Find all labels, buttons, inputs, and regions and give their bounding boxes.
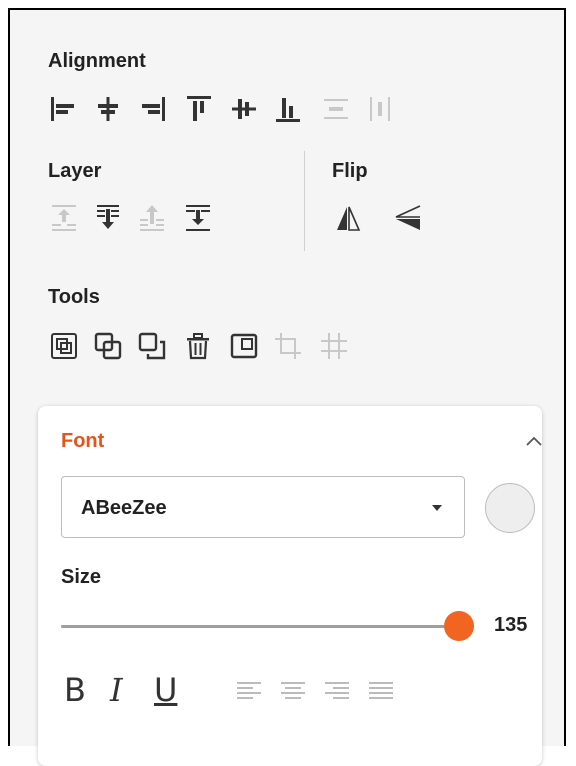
crop-icon bbox=[272, 330, 304, 362]
grid-icon bbox=[318, 330, 350, 362]
underline-button[interactable]: U bbox=[154, 672, 177, 708]
text-align-justify-icon[interactable] bbox=[366, 676, 396, 706]
chevron-up-icon[interactable] bbox=[524, 434, 544, 448]
font-card: Font ABeeZee Size 135 B I U bbox=[38, 406, 542, 766]
align-right-icon[interactable] bbox=[136, 93, 168, 125]
align-top-icon[interactable] bbox=[183, 93, 215, 125]
font-family-value: ABeeZee bbox=[81, 497, 167, 519]
font-size-value: 135 bbox=[494, 614, 528, 636]
caret-down-icon bbox=[432, 505, 442, 511]
bring-forward-icon bbox=[136, 202, 168, 234]
font-color-swatch[interactable] bbox=[485, 483, 535, 533]
tools-title: Tools bbox=[48, 286, 100, 308]
layer-title: Layer bbox=[48, 160, 102, 182]
font-section-title: Font bbox=[61, 430, 105, 452]
layer-flip-divider bbox=[304, 151, 305, 251]
delete-icon[interactable] bbox=[182, 330, 214, 362]
text-align-left-icon[interactable] bbox=[234, 676, 264, 706]
send-to-back-icon[interactable] bbox=[92, 202, 124, 234]
bring-to-front-icon bbox=[48, 202, 80, 234]
editor-side-panel: Alignment Layer Flip Tools Font ABeeZee … bbox=[8, 8, 566, 766]
flip-horizontal-icon[interactable] bbox=[332, 202, 364, 234]
italic-button[interactable]: I bbox=[110, 672, 123, 708]
align-middle-vertical-icon[interactable] bbox=[228, 93, 260, 125]
size-label: Size bbox=[61, 566, 102, 588]
bold-button[interactable]: B bbox=[64, 672, 86, 708]
align-left-icon[interactable] bbox=[48, 93, 80, 125]
group-icon[interactable] bbox=[48, 330, 80, 362]
font-size-slider[interactable] bbox=[61, 611, 474, 641]
align-bottom-icon[interactable] bbox=[272, 93, 304, 125]
ungroup-icon[interactable] bbox=[92, 330, 124, 362]
duplicate-icon[interactable] bbox=[136, 330, 168, 362]
flip-title: Flip bbox=[332, 160, 368, 182]
text-align-right-icon[interactable] bbox=[322, 676, 352, 706]
distribute-horizontal-icon bbox=[320, 93, 352, 125]
distribute-vertical-icon bbox=[364, 93, 396, 125]
align-center-horizontal-icon[interactable] bbox=[92, 93, 124, 125]
resize-icon[interactable] bbox=[228, 330, 260, 362]
text-align-center-icon[interactable] bbox=[278, 676, 308, 706]
flip-vertical-icon[interactable] bbox=[392, 202, 424, 234]
slider-fill bbox=[61, 625, 459, 628]
alignment-title: Alignment bbox=[48, 50, 146, 72]
slider-thumb[interactable] bbox=[444, 611, 474, 641]
send-backward-icon[interactable] bbox=[182, 202, 214, 234]
font-family-select[interactable]: ABeeZee bbox=[61, 476, 465, 538]
